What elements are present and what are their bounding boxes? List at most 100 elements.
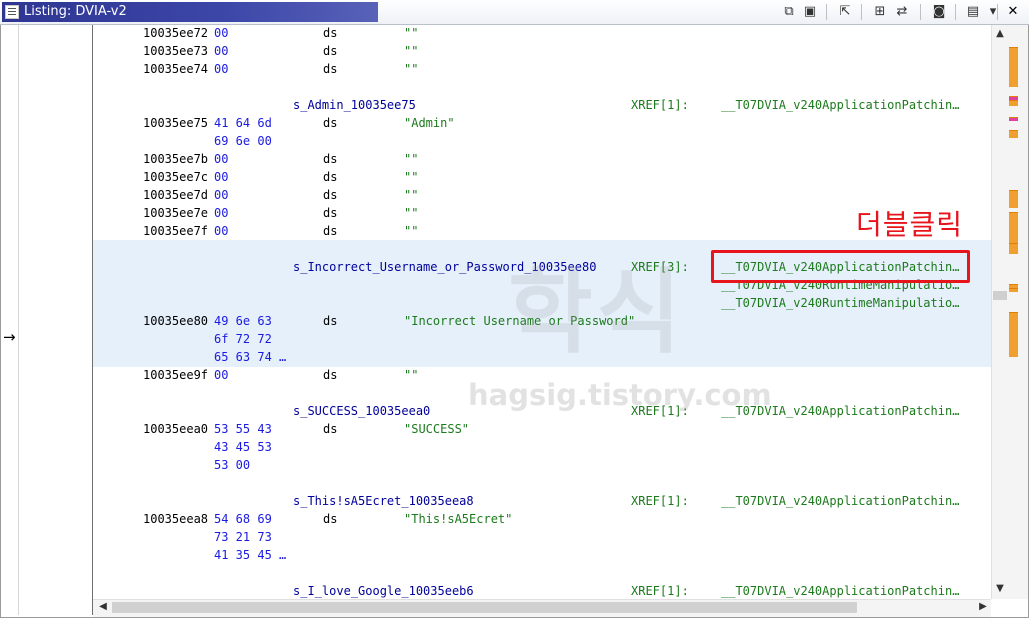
listing-mnemonic: ds	[323, 422, 338, 436]
watermark-logo: 학식	[508, 259, 686, 366]
listing-address[interactable]: 10035ee9f	[143, 366, 208, 384]
listing-bytes: 41 64 6d	[214, 116, 272, 130]
display-options-icon[interactable]: ▤	[964, 3, 982, 21]
vertical-scroll-thumb[interactable]	[993, 291, 1007, 300]
listing-operand: ""	[404, 62, 419, 76]
listing-mnemonic: ds	[323, 62, 338, 76]
listing-operand: ""	[404, 152, 419, 166]
listing-bytes: 00	[214, 368, 229, 382]
copy-icon[interactable]: ⧉	[780, 3, 798, 21]
watermark-url: hagsig.tistory.com	[468, 378, 772, 412]
listing-operand: ""	[404, 44, 419, 58]
listing-operand: ""	[404, 188, 419, 202]
listing-operand: "SUCCESS"	[404, 422, 470, 436]
listing-operand: ""	[404, 224, 419, 238]
listing-bytes: 00	[214, 44, 229, 58]
listing-operand: ""	[404, 368, 419, 382]
listing-address[interactable]: 10035ee80	[143, 312, 208, 330]
overview-marker[interactable]	[1009, 288, 1018, 292]
listing-address[interactable]: 10035ee74	[143, 60, 208, 78]
listing-mnemonic: ds	[323, 188, 338, 202]
listing-address[interactable]: 10035ee7e	[143, 204, 208, 222]
dropdown-arrow-icon[interactable]: ▾	[984, 3, 1002, 21]
overview-marker[interactable]	[1009, 312, 1018, 357]
close-icon[interactable]: ✕	[1004, 3, 1022, 21]
paste-icon[interactable]: ▣	[801, 3, 819, 21]
listing-mnemonic: ds	[323, 116, 338, 130]
listing-address[interactable]: 10035eea8	[143, 510, 208, 528]
listing-bytes: 54 68 69	[214, 512, 272, 526]
listing-bytes: 6f 72 72	[214, 332, 272, 346]
overview-marker[interactable]	[1009, 190, 1018, 208]
listing-bytes: 49 6e 63	[214, 314, 272, 328]
listing-icon	[5, 5, 19, 19]
overview-marker[interactable]	[1009, 130, 1018, 138]
listing-mnemonic: ds	[323, 152, 338, 166]
title-bar: Listing: DVIA-v2 ⧉ ▣ ⇱ ⊞ ⇄ ◙ ▤ ▾ ✕	[0, 0, 1029, 25]
annotation-highlight-box	[711, 250, 970, 283]
listing-bytes: 00	[214, 62, 229, 76]
listing-mnemonic: ds	[323, 512, 338, 526]
horizontal-scroll-thumb[interactable]	[112, 602, 857, 613]
cursor-select-icon[interactable]: ⇱	[836, 3, 854, 21]
scroll-up-button[interactable]: ▲	[993, 27, 1007, 41]
listing-address[interactable]: 10035ee7d	[143, 186, 208, 204]
scroll-right-button[interactable]: ▶	[976, 600, 990, 614]
listing-address[interactable]: 10035eea0	[143, 420, 208, 438]
listing-address[interactable]: 10035ee72	[143, 25, 208, 42]
listing-bytes: 69 6e 00	[214, 134, 272, 148]
listing-bytes: 43 45 53	[214, 440, 272, 454]
listing-label[interactable]: s_Admin_10035ee75	[293, 96, 416, 114]
listing-mnemonic: ds	[323, 314, 338, 328]
scroll-left-button[interactable]: ◀	[96, 600, 110, 614]
listing-bytes: 00	[214, 188, 229, 202]
toolbar-separator	[920, 4, 921, 20]
listing-mnemonic: ds	[323, 44, 338, 58]
listing-label[interactable]: s_SUCCESS_10035eea0	[293, 402, 430, 420]
listing-operand: "This!sA5Ecret"	[404, 512, 513, 526]
listing-label[interactable]: s_I_love_Google_10035eeb6	[293, 582, 474, 599]
snapshot-icon[interactable]: ◙	[930, 3, 948, 21]
listing-mnemonic: ds	[323, 206, 338, 220]
window-title-tab[interactable]: Listing: DVIA-v2	[2, 2, 378, 22]
listing-label[interactable]: s_This!sA5Ecret_10035eea8	[293, 492, 474, 510]
listing-xref-label: XREF[1]:	[631, 584, 689, 598]
listing-bytes: 00	[214, 170, 229, 184]
listing-xref-link[interactable]: __T07DVIA_v240ApplicationPatchin…	[721, 582, 959, 599]
toolbar-separator	[997, 4, 998, 20]
listing-mnemonic: ds	[323, 26, 338, 40]
field-options-icon[interactable]: ⊞	[871, 3, 889, 21]
overview-marker[interactable]	[1009, 100, 1018, 106]
left-gutter: →	[2, 25, 17, 615]
overview-marker[interactable]	[1009, 47, 1018, 87]
listing-bytes: 00	[214, 206, 229, 220]
listing-mnemonic: ds	[323, 170, 338, 184]
listing-bytes: 73 21 73	[214, 530, 272, 544]
listing-bytes: 53 00	[214, 458, 251, 472]
listing-bytes: 00	[214, 152, 229, 166]
listing-address[interactable]: 10035ee7b	[143, 150, 208, 168]
overview-marker[interactable]	[1009, 243, 1018, 249]
listing-mnemonic: ds	[323, 368, 338, 382]
listing-xref-link[interactable]: __T07DVIA_v240ApplicationPatchin…	[721, 96, 959, 114]
listing-xref-link[interactable]: __T07DVIA_v240ApplicationPatchin…	[721, 492, 959, 510]
listing-bytes: 00	[214, 26, 229, 40]
annotation-label: 더블클릭	[856, 208, 964, 241]
listing-address[interactable]: 10035ee73	[143, 42, 208, 60]
toolbar-separator	[826, 4, 827, 20]
diff-view-icon[interactable]: ⇄	[893, 3, 911, 21]
listing-bytes: 00	[214, 224, 229, 238]
scroll-down-button[interactable]: ▼	[993, 582, 1007, 596]
listing-xref-label: XREF[1]:	[631, 494, 689, 508]
overview-marker[interactable]	[1009, 117, 1018, 121]
listing-xref-label: XREF[1]:	[631, 98, 689, 112]
listing-address[interactable]: 10035ee75	[143, 114, 208, 132]
cursor-arrow-icon: →	[3, 328, 16, 346]
toolbar-separator	[955, 4, 956, 20]
listing-bytes: 41 35 45 …	[214, 548, 287, 562]
listing-view[interactable]: 10035ee72 00 ds "" 10035ee73 00 ds "" 10035ee74 0…	[93, 25, 991, 599]
listing-xref-link[interactable]: __T07DVIA_v240RuntimeManipulatio…	[721, 294, 959, 312]
listing-address[interactable]: 10035ee7f	[143, 222, 208, 240]
listing-operand: "Admin"	[404, 116, 455, 130]
listing-address[interactable]: 10035ee7c	[143, 168, 208, 186]
